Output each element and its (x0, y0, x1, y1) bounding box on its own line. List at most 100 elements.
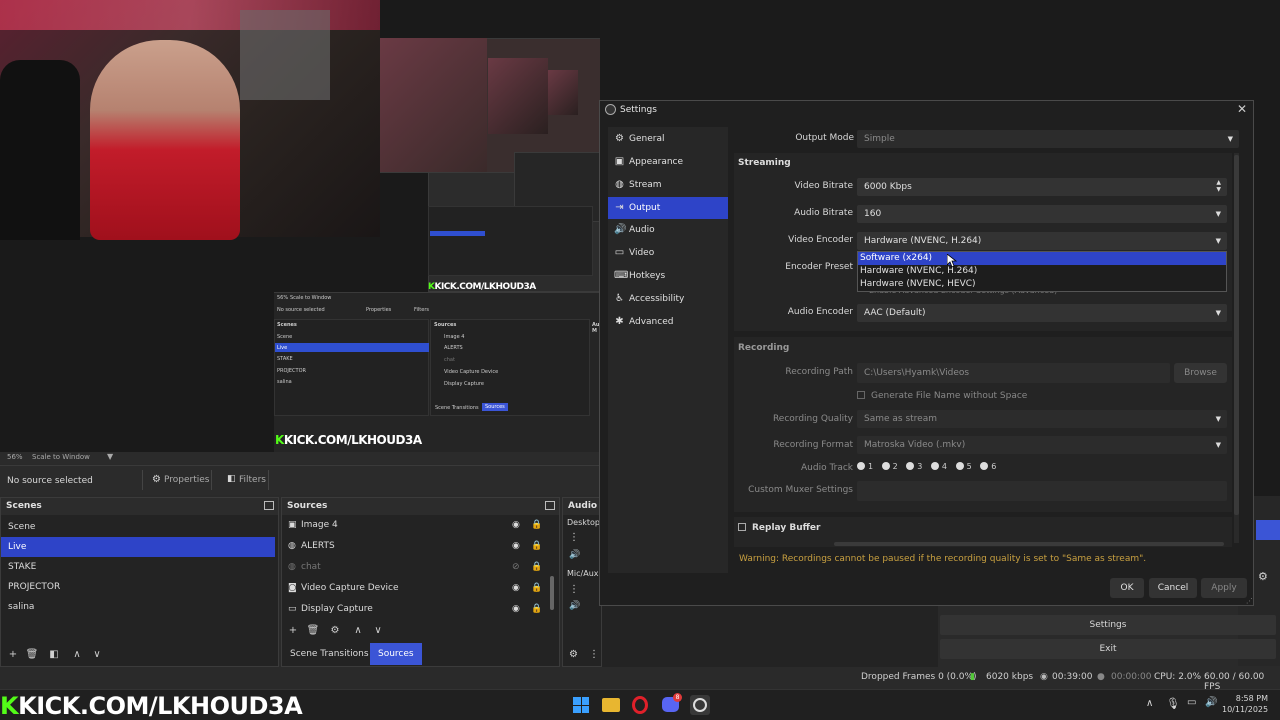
source-item[interactable]: ◍ chat ⊘ 🔒 (282, 557, 559, 578)
ok-button[interactable]: OK (1110, 578, 1144, 598)
gear-icon[interactable]: ⚙ (1258, 570, 1268, 583)
eye-icon[interactable]: ◉ (512, 536, 520, 557)
source-item[interactable]: ▣ Image 4 ◉ 🔒 (282, 515, 559, 536)
encoder-option-nvenc-h264[interactable]: Hardware (NVENC, H.264) (858, 265, 1226, 278)
move-down-icon[interactable]: ∨ (90, 648, 104, 662)
video-bitrate-spinbox[interactable]: 6000 Kbps ▲ ▼ (857, 178, 1227, 196)
lock-icon[interactable]: 🔒 (531, 536, 542, 557)
properties-button[interactable]: ⚙ Properties (142, 470, 212, 490)
output-mode-select[interactable]: Simple ▼ (857, 130, 1239, 148)
preview-canvas[interactable]: KKICK.COM/LKHOUD3A 56% Scale to Window N… (0, 0, 608, 452)
volume-icon[interactable]: 🔊 (1205, 697, 1217, 708)
monitor-icon[interactable]: ▭ (1187, 697, 1196, 708)
close-icon[interactable]: ✕ (1235, 102, 1249, 116)
lock-icon[interactable]: 🔒 (531, 599, 542, 620)
gear-icon[interactable]: ⚙ (328, 624, 342, 638)
radio-icon[interactable] (955, 462, 964, 470)
scene-item-selected[interactable]: Live (1, 537, 275, 557)
eye-icon[interactable]: ◉ (512, 599, 520, 620)
scrollbar-thumb[interactable] (1234, 155, 1239, 515)
add-source-icon[interactable]: + (286, 624, 300, 638)
radio-icon[interactable] (930, 462, 939, 470)
menu-dots-icon[interactable]: ⋮ (569, 584, 579, 595)
scale-mode[interactable]: Scale to Window (32, 453, 90, 461)
nav-general[interactable]: ⚙ General (608, 128, 728, 150)
start-streaming-button[interactable] (1256, 520, 1280, 540)
settings-button[interactable]: Settings (940, 615, 1276, 635)
trash-icon[interactable]: 🗑 (306, 624, 320, 638)
cancel-button[interactable]: Cancel (1149, 578, 1197, 598)
lock-icon[interactable]: 🔒 (531, 557, 542, 578)
windows-start-icon[interactable] (573, 697, 589, 713)
scene-item[interactable]: STAKE (1, 557, 278, 577)
move-up-icon[interactable]: ∧ (70, 648, 84, 662)
nav-appearance[interactable]: ▣ Appearance (608, 151, 728, 173)
recording-path-input[interactable]: C:\Users\Hyamk\Videos (857, 363, 1170, 383)
speaker-icon[interactable]: 🔊 (569, 550, 580, 560)
popout-icon[interactable] (264, 501, 274, 510)
eye-hidden-icon[interactable]: ⊘ (512, 557, 520, 578)
popout-icon[interactable] (545, 501, 555, 510)
scene-item[interactable]: Scene (1, 517, 278, 537)
tab-sources[interactable]: Sources (370, 643, 422, 665)
nav-output[interactable]: ⇥ Output (608, 196, 728, 219)
generate-filename-checkbox[interactable]: Generate File Name without Space (857, 391, 1027, 401)
radio-icon[interactable] (857, 462, 865, 470)
audio-bitrate-select[interactable]: 160 ▼ (857, 205, 1227, 223)
audio-track-radios[interactable]: 1 2 3 4 5 6 (851, 462, 996, 471)
scene-item[interactable]: salina (1, 597, 278, 617)
menu-dots-icon[interactable]: ⋮ (589, 649, 599, 660)
nav-stream[interactable]: ◍ Stream (608, 174, 728, 196)
apply-button[interactable]: Apply (1201, 578, 1247, 598)
opera-icon[interactable] (632, 696, 648, 714)
nav-advanced[interactable]: ✱ Advanced (608, 311, 728, 333)
lock-icon[interactable]: 🔒 (531, 578, 542, 599)
video-encoder-select[interactable]: Hardware (NVENC, H.264) ▼ (857, 232, 1227, 250)
chevron-up-icon[interactable]: ∧ (1146, 698, 1153, 709)
rec-format-select[interactable]: Matroska Video (.mkv) ▼ (857, 436, 1227, 454)
encoder-option-nvenc-hevc[interactable]: Hardware (NVENC, HEVC) (858, 278, 1226, 291)
lock-icon[interactable]: 🔒 (531, 515, 542, 536)
nav-audio[interactable]: 🔊 Audio (608, 219, 728, 241)
clock-time[interactable]: 8:58 PM (1222, 694, 1268, 703)
rec-quality-select[interactable]: Same as stream ▼ (857, 410, 1227, 428)
radio-icon[interactable] (980, 462, 989, 470)
muxer-input[interactable] (857, 481, 1227, 501)
filter-icon[interactable]: ◧ (47, 648, 61, 662)
move-down-icon[interactable]: ∨ (371, 624, 385, 638)
vertical-scrollbar-track[interactable] (1234, 153, 1239, 543)
microphone-icon[interactable]: 🎙 (1166, 697, 1180, 710)
source-item[interactable]: ▭ Display Capture ◉ 🔒 (282, 599, 559, 620)
move-up-icon[interactable]: ∧ (351, 624, 365, 638)
replay-buffer-checkbox[interactable]: Replay Buffer (738, 523, 820, 533)
trash-icon[interactable]: 🗑 (25, 648, 39, 662)
add-scene-icon[interactable]: + (6, 648, 20, 662)
gear-icon[interactable]: ⚙ (569, 649, 578, 660)
audio-encoder-select[interactable]: AAC (Default) ▼ (857, 304, 1227, 322)
spinner-icon[interactable]: ▲ ▼ (1216, 179, 1221, 193)
resize-grip-icon[interactable]: ⋰ (1246, 597, 1253, 605)
file-explorer-icon[interactable] (602, 698, 620, 712)
nav-accessibility[interactable]: ♿ Accessibility (608, 288, 728, 310)
radio-icon[interactable] (881, 462, 890, 470)
menu-dots-icon[interactable]: ⋮ (569, 532, 579, 543)
speaker-icon[interactable]: 🔊 (569, 601, 580, 611)
scrollbar[interactable] (550, 576, 554, 610)
filters-button[interactable]: ◧ Filters (219, 470, 269, 490)
browser-icon: ◍ (288, 562, 296, 572)
tab-scene-transitions[interactable]: Scene Transitions (282, 643, 377, 665)
encoder-option-x264[interactable]: Software (x264) (858, 252, 1226, 265)
obs-icon[interactable] (690, 695, 710, 715)
browse-button[interactable]: Browse (1174, 363, 1227, 383)
source-item[interactable]: ◍ ALERTS ◉ 🔒 (282, 536, 559, 557)
source-item[interactable]: ◙ Video Capture Device ◉ 🔒 (282, 578, 559, 599)
scale-dropdown-icon[interactable]: ▼ (107, 452, 113, 461)
eye-icon[interactable]: ◉ (512, 578, 520, 599)
exit-button[interactable]: Exit (940, 639, 1276, 659)
radio-icon[interactable] (906, 462, 915, 470)
nav-video[interactable]: ▭ Video (608, 242, 728, 264)
clock-date[interactable]: 10/11/2025 (1222, 705, 1268, 714)
nav-hotkeys[interactable]: ⌨ Hotkeys (608, 265, 728, 287)
scene-item[interactable]: PROJECTOR (1, 577, 278, 597)
eye-icon[interactable]: ◉ (512, 515, 520, 536)
